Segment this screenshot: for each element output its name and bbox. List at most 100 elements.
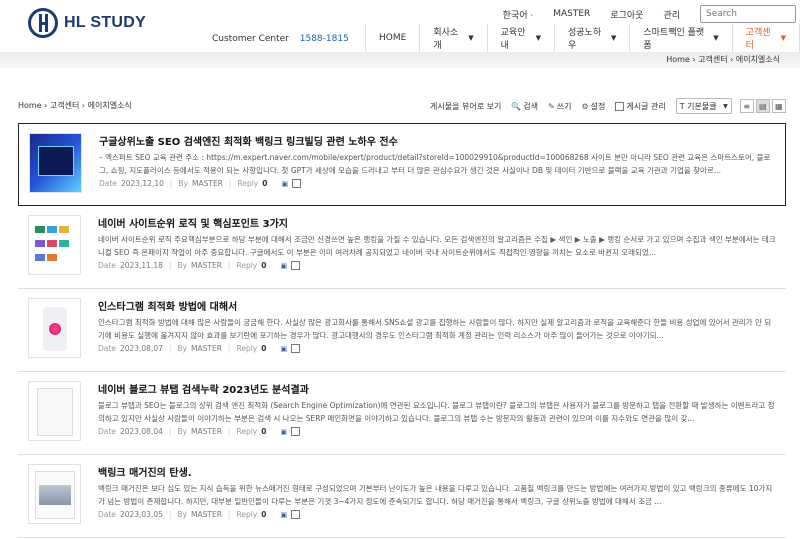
reply-label: Reply xyxy=(236,344,258,353)
list-item[interactable]: 인스타그램 최적화 방법에 대해서 인스타그램 최적화 방법에 대해 많은 사람… xyxy=(18,289,786,372)
chevron-down-icon: ▼ xyxy=(535,34,541,42)
nav-customer-center[interactable]: 고객센터 ▼ xyxy=(731,24,800,52)
date-label: Date xyxy=(98,427,116,436)
post-select-checkbox[interactable] xyxy=(291,510,301,519)
board-breadcrumb: Home › 고객센터 › 에이치엘소식 xyxy=(18,101,132,110)
search-icon: 🔍 xyxy=(511,101,522,111)
reply-count: 0 xyxy=(261,261,267,270)
user-link[interactable]: MASTER xyxy=(553,9,590,19)
nav-label: 교육안내 xyxy=(500,28,526,51)
language-link[interactable]: 한국어 · xyxy=(503,8,534,21)
post-meta: Date 2023,08,04 | By MASTER | Reply 0 ▣ xyxy=(98,427,301,436)
post-thumbnail[interactable] xyxy=(28,464,81,524)
reply-label: Reply xyxy=(237,179,259,188)
list-view-icon[interactable]: ≡ xyxy=(739,99,754,113)
list-item[interactable]: 네이버 블로그 뷰탭 검색누락 2023년도 분석결과 블로그 뷰탭과 SEO는… xyxy=(18,372,786,455)
post-author[interactable]: MASTER xyxy=(191,261,222,270)
post-author[interactable]: MASTER xyxy=(192,179,223,188)
board-admin-toggle[interactable]: 게시글 관리 xyxy=(615,101,666,112)
write-button[interactable]: ✎ 쓰기 xyxy=(548,101,571,112)
chevron-down-icon: ▼ xyxy=(713,34,719,42)
date-label: Date xyxy=(98,344,116,353)
site-search-input[interactable] xyxy=(700,5,796,23)
post-select-checkbox[interactable] xyxy=(291,427,301,436)
meta-separator: | xyxy=(227,261,231,270)
save-icon[interactable]: ▣ xyxy=(280,511,287,519)
nav-company[interactable]: 회사소개 ▼ xyxy=(419,24,486,52)
meta-separator: | xyxy=(168,344,172,353)
admin-link[interactable]: 관리 xyxy=(663,8,680,21)
meta-separator: | xyxy=(228,179,232,188)
post-excerpt: 백링크 매거진은 보다 심도 있는 지식 습득을 위한 뉴스매거진 형태로 구성… xyxy=(98,484,773,506)
sort-value: 기본물클 xyxy=(687,101,717,111)
chevron-down-icon: ▼ xyxy=(468,34,474,42)
pencil-icon: ✎ xyxy=(548,101,555,111)
customer-center-phone[interactable]: 1588-1815 xyxy=(300,34,349,44)
view-posts-link[interactable]: 게시물을 뷰어로 보기 xyxy=(430,101,501,112)
reply-count: 0 xyxy=(262,179,268,188)
post-title[interactable]: 구글상위노출 SEO 검색엔진 최적화 백링크 링크빌딩 관련 노하우 전수 xyxy=(99,133,398,148)
post-list: 구글상위노출 SEO 검색엔진 최적화 백링크 링크빌딩 관련 노하우 전수 –… xyxy=(18,123,786,538)
post-author[interactable]: MASTER xyxy=(191,344,222,353)
board-admin-label: 게시글 관리 xyxy=(626,101,666,111)
list-item[interactable]: 구글상위노출 SEO 검색엔진 최적화 백링크 링크빌딩 관련 노하우 전수 –… xyxy=(18,123,786,206)
post-thumbnail[interactable] xyxy=(28,298,81,358)
site-logo[interactable]: HL STUDY xyxy=(28,8,146,38)
settings-button[interactable]: ⚙ 설정 xyxy=(581,101,605,112)
post-thumbnail[interactable] xyxy=(28,215,81,275)
board-admin-checkbox[interactable] xyxy=(615,101,625,111)
nav-label: 스마트짹인 플랫폼 xyxy=(643,28,705,51)
save-icon[interactable]: ▣ xyxy=(280,428,287,436)
reply-label: Reply xyxy=(236,427,258,436)
nav-platform[interactable]: 스마트짹인 플랫폼 ▼ xyxy=(629,24,731,52)
post-excerpt: 블로그 뷰탭과 SEO는 블로그의 상위 검색 엔진 최적화 (Search E… xyxy=(98,401,775,423)
post-title[interactable]: 인스타그램 최적화 방법에 대해서 xyxy=(98,298,237,313)
save-icon[interactable]: ▣ xyxy=(281,180,288,188)
gallery-view-icon[interactable]: ▦ xyxy=(771,99,786,113)
nav-home[interactable]: HOME xyxy=(365,24,419,52)
main-nav: HOME 회사소개 ▼ 교육안내 ▼ 성공노하우 ▼ 스마트짹인 플랫폼 ▼ 고객센터 ▼ xyxy=(365,24,800,52)
nav-success[interactable]: 성공노하우 ▼ xyxy=(554,24,629,52)
post-select-checkbox[interactable] xyxy=(291,261,301,270)
post-select-checkbox[interactable] xyxy=(291,344,301,353)
sort-select[interactable]: T 기본물클 ▼ xyxy=(675,98,732,114)
by-label: By xyxy=(177,427,188,436)
search-button[interactable]: 🔍 검색 xyxy=(511,101,538,112)
post-title[interactable]: 백링크 매거진의 탄생. xyxy=(98,464,192,479)
logout-link[interactable]: 로그아웃 xyxy=(610,8,643,21)
chevron-down-icon: ▼ xyxy=(780,34,787,42)
post-author[interactable]: MASTER xyxy=(191,427,222,436)
meta-separator: | xyxy=(169,179,173,188)
post-title[interactable]: 네이버 사이트순위 로직 및 핵심포인트 3가지 xyxy=(98,215,288,230)
webzine-view-icon[interactable]: ▤ xyxy=(755,99,770,113)
settings-label: 설정 xyxy=(590,101,606,111)
post-author[interactable]: MASTER xyxy=(191,510,222,519)
save-icon[interactable]: ▣ xyxy=(280,345,287,353)
save-icon[interactable]: ▣ xyxy=(280,262,287,270)
utility-links: 한국어 · MASTER 로그아웃 관리 xyxy=(503,5,800,23)
by-label: By xyxy=(177,510,188,519)
post-title[interactable]: 네이버 블로그 뷰탭 검색누락 2023년도 분석결과 xyxy=(98,381,309,396)
chevron-down-icon: ▼ xyxy=(610,34,617,42)
by-label: By xyxy=(177,261,188,270)
post-date: 2023,08,04 xyxy=(119,427,163,436)
nav-education[interactable]: 교육안내 ▼ xyxy=(486,24,554,52)
post-excerpt: 인스타그램 최적화 방법에 대해 많은 사람들이 궁금해 한다. 사실상 많은 … xyxy=(98,318,772,340)
post-meta: Date 2023,12,10 | By MASTER | Reply 0 ▣ xyxy=(99,179,302,188)
customer-center-label: Customer Center xyxy=(212,34,289,44)
logo-text: HL STUDY xyxy=(64,14,147,31)
meta-separator: | xyxy=(168,261,172,270)
reply-count: 0 xyxy=(261,510,267,519)
view-mode-switch: ≡ ▤ ▦ xyxy=(738,99,786,113)
date-label: Date xyxy=(98,261,116,270)
post-thumbnail[interactable] xyxy=(29,133,82,193)
list-item[interactable]: 네이버 사이트순위 로직 및 핵심포인트 3가지 네이버 사이트순위 로직 주요… xyxy=(18,206,786,289)
view-posts-label: 게시물을 뷰어로 보기 xyxy=(430,101,502,111)
post-thumbnail[interactable] xyxy=(28,381,81,441)
post-select-checkbox[interactable] xyxy=(292,179,302,188)
list-item[interactable]: 백링크 매거진의 탄생. 백링크 매거진은 보다 심도 있는 지식 습득을 위한… xyxy=(18,455,786,538)
write-label: 쓰기 xyxy=(556,101,572,111)
post-excerpt: 네이버 사이트순위 로직 주요핵심부분으로 하당 부분에 대해서 조금만 신경쓰… xyxy=(98,235,776,257)
meta-separator: | xyxy=(227,510,231,519)
date-label: Date xyxy=(99,179,117,188)
